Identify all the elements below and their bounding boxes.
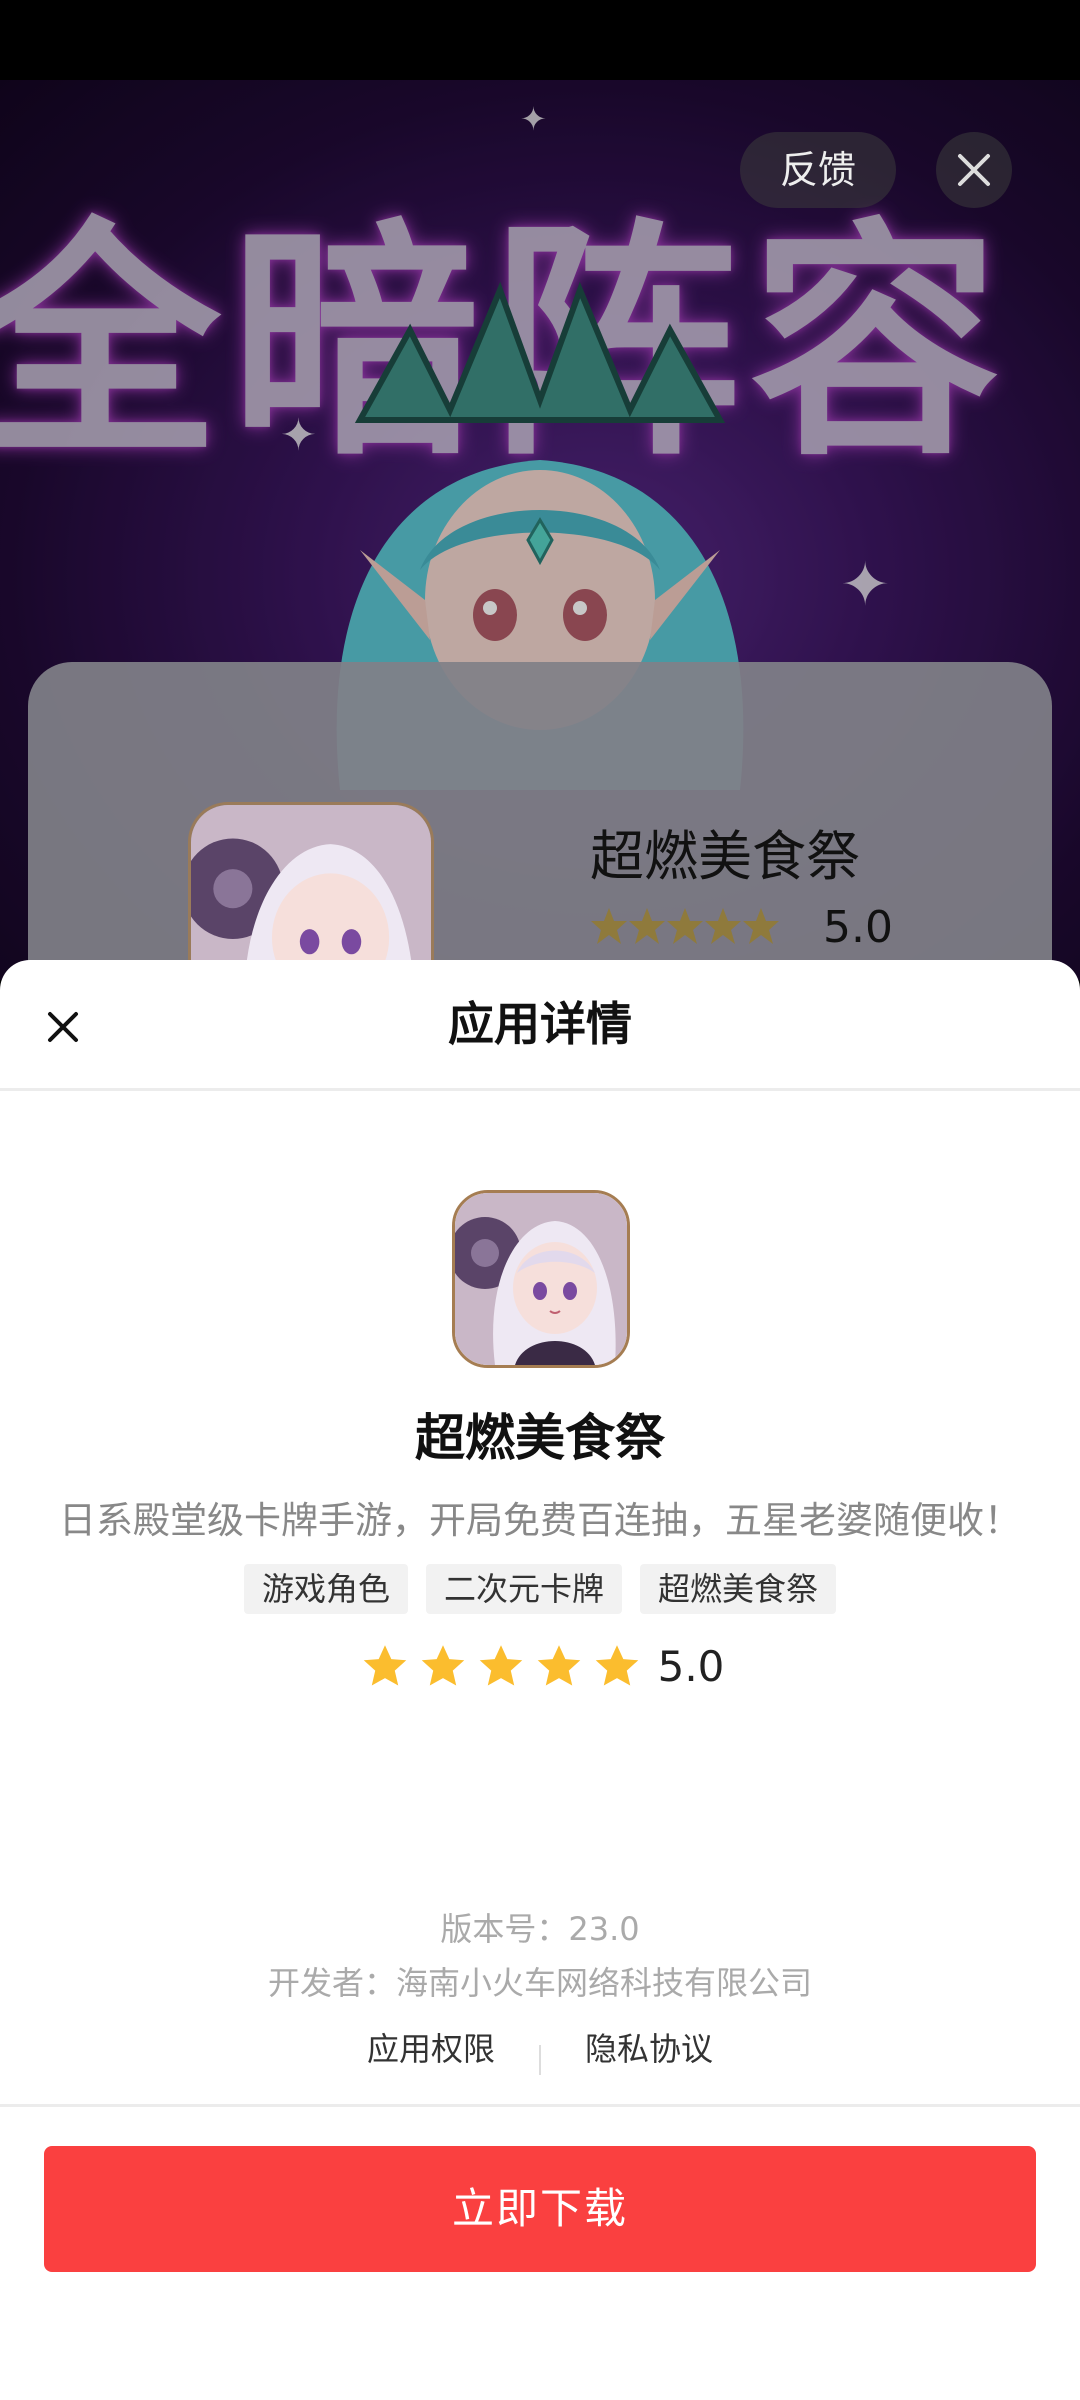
- sheet-header: 应用详情: [0, 960, 1080, 1088]
- app-description: 日系殿堂级卡牌手游，开局免费百连抽，五星老婆随便收！: [59, 1499, 1021, 1542]
- star-icon: [537, 1645, 580, 1686]
- ad-rating-value: 5.0: [823, 902, 893, 953]
- close-icon[interactable]: [38, 1002, 88, 1052]
- star-icon: [421, 1645, 464, 1686]
- app-detail-sheet: 应用详情 超燃美食祭 日系殿堂级卡牌手游，开局免费百连抽，五星老婆随便收！ 游戏…: [0, 960, 1080, 2400]
- app-tag: 超燃美食祭: [640, 1564, 837, 1614]
- app-icon: [452, 1190, 630, 1368]
- app-tag: 二次元卡牌: [425, 1564, 622, 1614]
- divider: [0, 2104, 1080, 2107]
- version-info: 版本号：23.0: [440, 1910, 640, 1948]
- privacy-link[interactable]: 隐私协议: [541, 2024, 757, 2070]
- star-icon: [479, 1645, 522, 1686]
- rating-row: 5.0: [0, 1636, 1080, 1696]
- app-tags: 游戏角色 二次元卡牌 超燃美食祭: [0, 1564, 1080, 1614]
- app-name: 超燃美食祭: [415, 1409, 665, 1467]
- feedback-button[interactable]: 反馈: [740, 132, 896, 208]
- status-bar: [0, 0, 1080, 80]
- legal-links: 应用权限 隐私协议: [0, 2024, 1080, 2075]
- sheet-title: 应用详情: [448, 997, 632, 1051]
- ad-rating-stars: [591, 908, 779, 944]
- download-button[interactable]: 立即下载: [44, 2146, 1036, 2272]
- ad-app-name: 超燃美食祭: [590, 825, 860, 888]
- permissions-link[interactable]: 应用权限: [323, 2024, 539, 2070]
- developer-info: 开发者：海南小火车网络科技有限公司: [267, 1964, 812, 2002]
- ad-close-button[interactable]: [936, 132, 1012, 208]
- rating-value: 5.0: [657, 1641, 725, 1691]
- star-icon: [595, 1645, 638, 1686]
- divider: [0, 1088, 1080, 1091]
- close-icon: [958, 154, 990, 186]
- app-tag: 游戏角色: [243, 1564, 408, 1614]
- star-icon: [363, 1645, 406, 1686]
